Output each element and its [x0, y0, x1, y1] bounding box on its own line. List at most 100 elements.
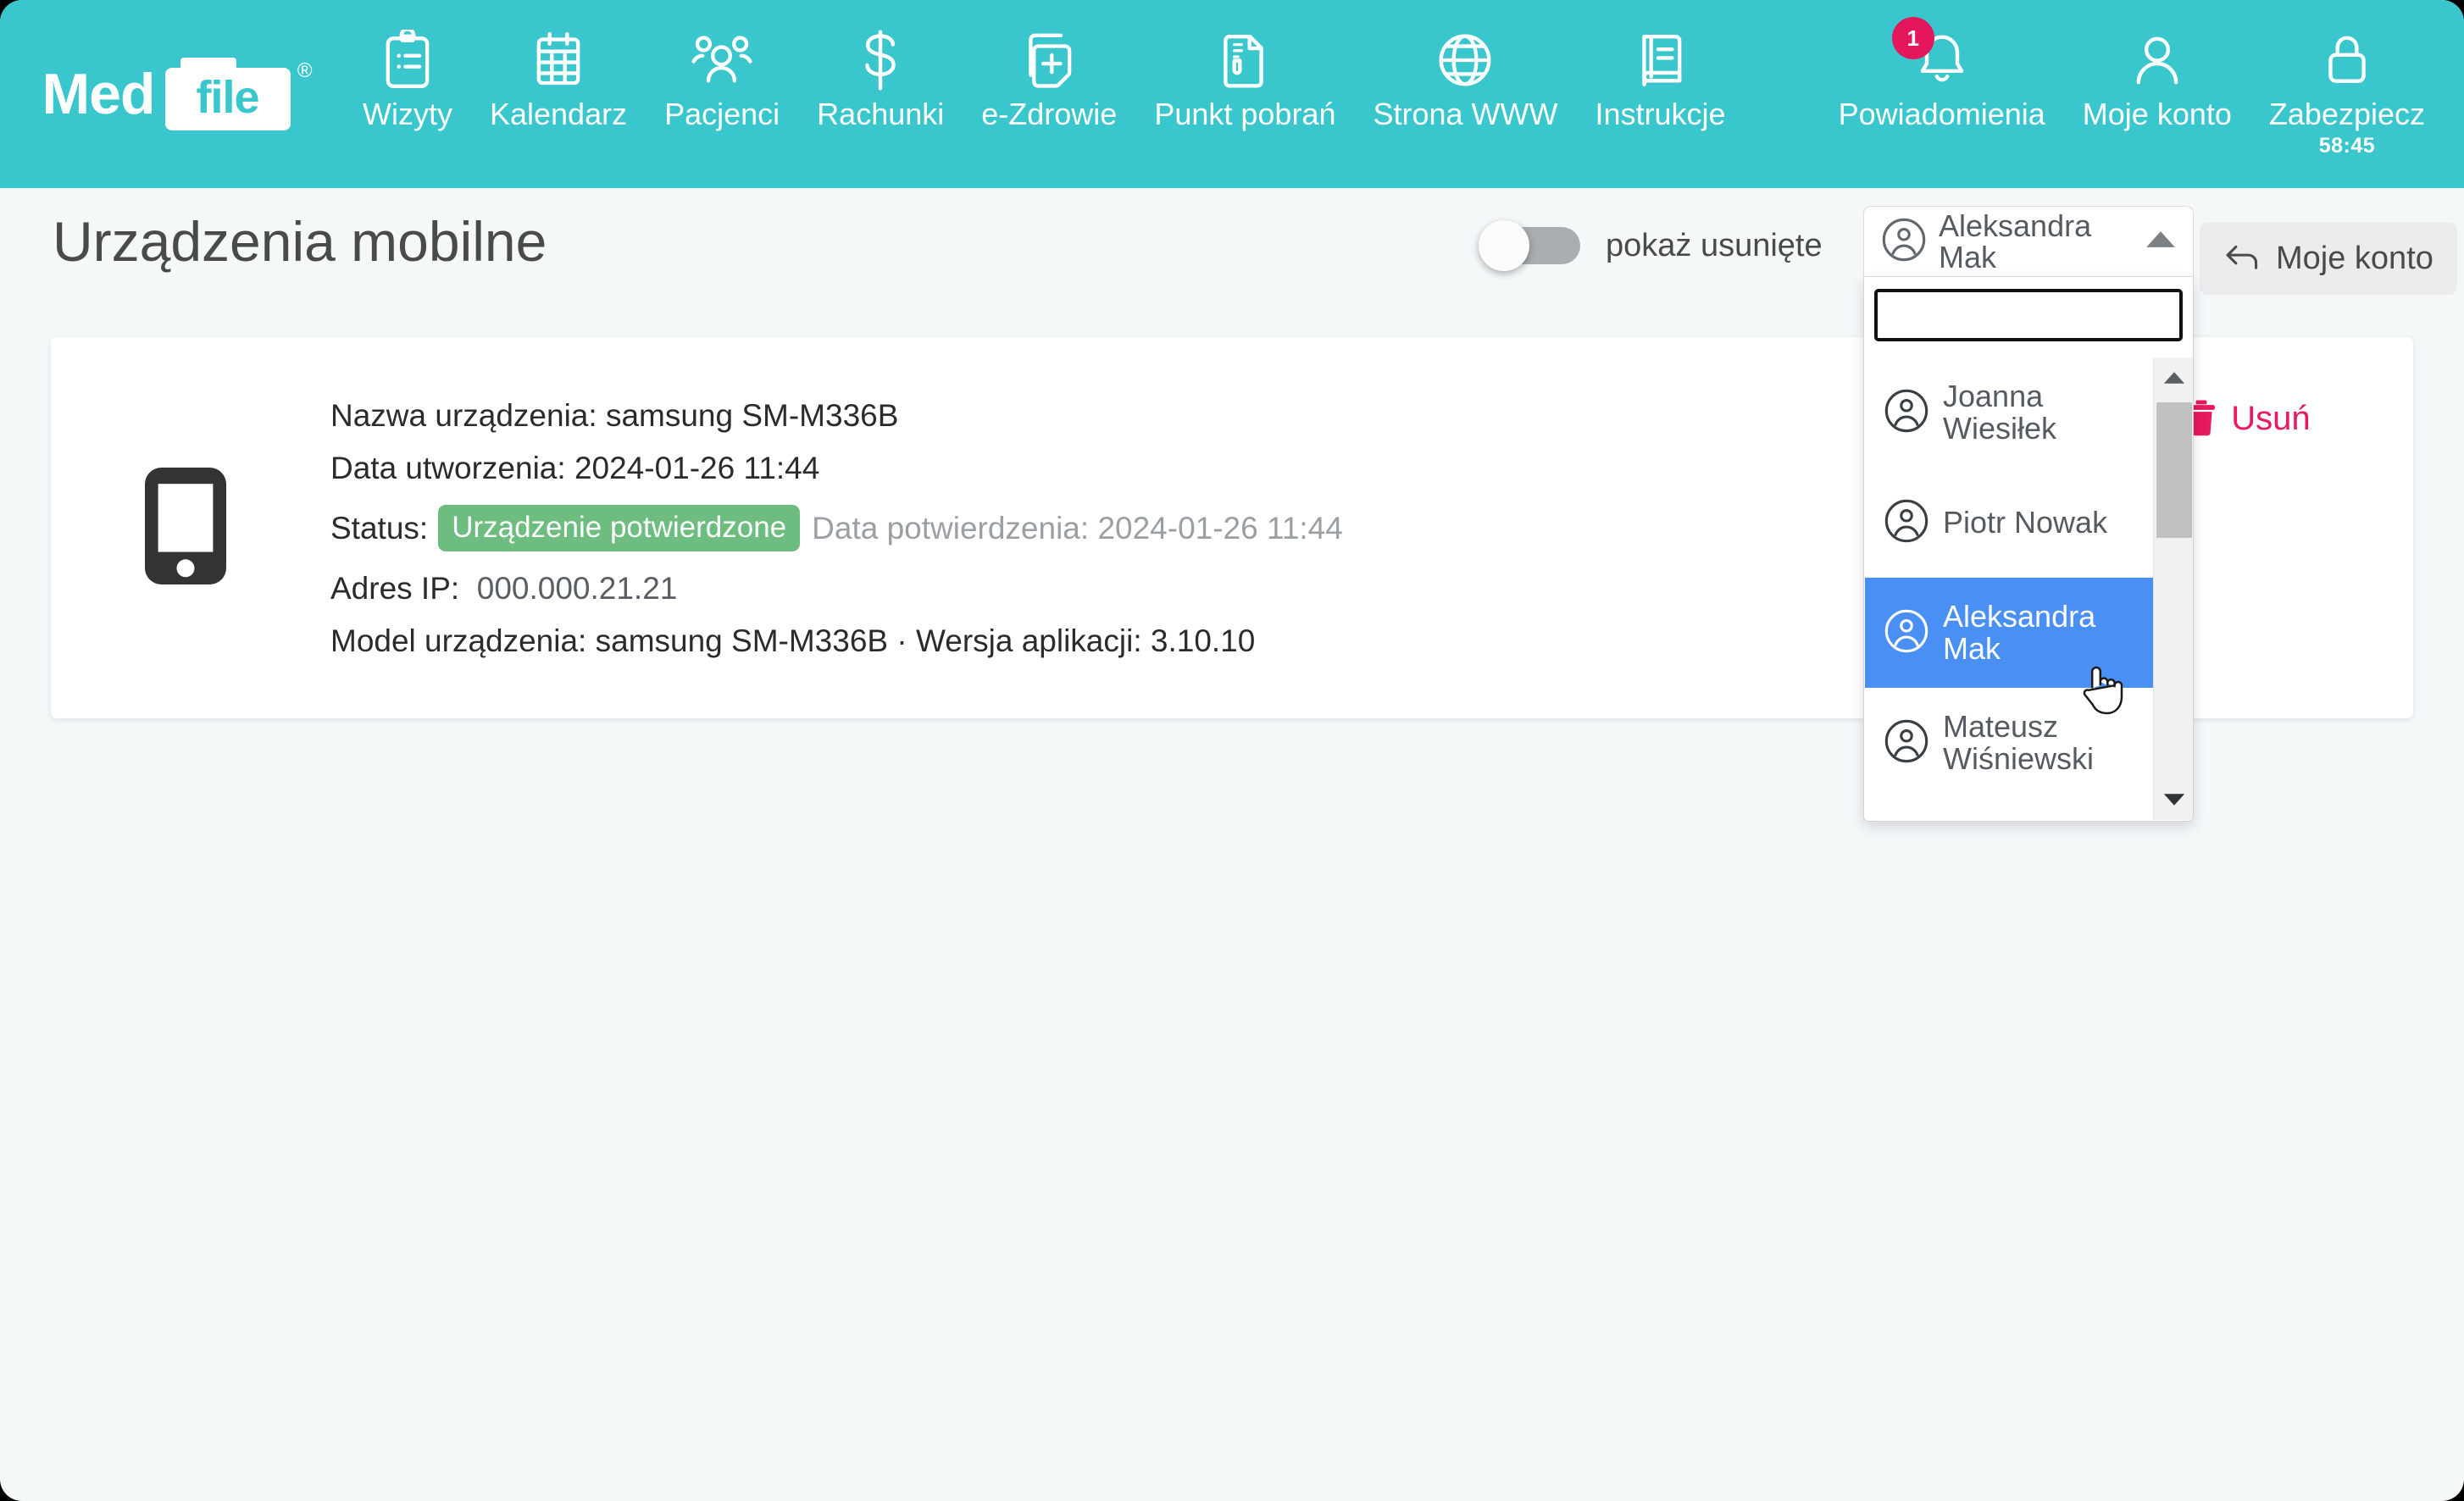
delete-device-label: Usuń — [2231, 400, 2311, 437]
device-model-line: Model urządzenia: samsung SM-M336B · Wer… — [330, 625, 2083, 656]
nav-item-label: e-Zdrowie — [981, 97, 1118, 131]
nav-item-pacjenci[interactable]: Pacjenci — [646, 0, 798, 188]
doctor-option-label: Joanna Wiesiłek — [1943, 379, 2057, 446]
book-icon — [1636, 29, 1685, 91]
logo-registered-mark: ® — [297, 59, 313, 82]
doctor-select-value: Aleksandra Mak — [1939, 208, 2092, 274]
logo-text-file: file — [196, 72, 259, 123]
nav-item-label: Strona WWW — [1373, 97, 1558, 131]
device-confirmed-value: 2024-01-26 11:44 — [1097, 510, 1343, 546]
doctor-dropdown-panel: Joanna Wiesiłek Piotr Nowak Aleksandra M… — [1863, 277, 2194, 822]
dollar-sign-icon — [858, 29, 902, 91]
caret-up-icon — [2145, 230, 2176, 253]
device-status-label: Status: — [330, 510, 429, 546]
document-test-tube-icon — [1220, 29, 1269, 91]
application-window: Med file ® Wizyty Kalendarz Pacjenci Rac… — [0, 0, 2464, 1501]
nav-item-zabezpiecz[interactable]: Zabezpiecz 58:45 — [2250, 0, 2464, 188]
scroll-up-arrow-icon[interactable] — [2154, 357, 2193, 398]
back-to-account-label: Moje konto — [2276, 240, 2433, 276]
logo-file-box: file — [164, 58, 291, 130]
nav-item-label: Zabezpiecz — [2268, 97, 2425, 131]
nav-item-powiadomienia[interactable]: 1 Powiadomienia — [1820, 0, 2064, 188]
nav-item-punkt-pobran[interactable]: Punkt pobrań — [1135, 0, 1354, 188]
device-name-label: Nazwa urządzenia: — [330, 397, 597, 433]
doctor-option-label: Mateusz Wiśniewski — [1943, 709, 2095, 776]
nav-item-wizyty[interactable]: Wizyty — [344, 0, 471, 188]
doctor-option-label: Piotr Nowak — [1943, 505, 2108, 540]
globe-icon — [1436, 29, 1494, 91]
logo-text-med: Med — [42, 62, 156, 126]
doctor-option-list: Joanna Wiesiłek Piotr Nowak Aleksandra M… — [1865, 357, 2193, 820]
device-status-line: Status: Urządzenie potwierdzone Data pot… — [330, 504, 2083, 551]
scroll-down-arrow-icon[interactable] — [2154, 779, 2193, 820]
medical-card-plus-icon — [1021, 29, 1077, 91]
nav-item-label: Moje konto — [2082, 97, 2232, 131]
nav-item-moje-konto[interactable]: Moje konto — [2064, 0, 2250, 188]
nav-item-label: Powiadomienia — [1838, 97, 2045, 131]
nav-item-label: Punkt pobrań — [1154, 97, 1336, 131]
show-deleted-label: pokaż usunięte — [1606, 227, 1823, 263]
top-navigation-bar: Med file ® Wizyty Kalendarz Pacjenci Rac… — [0, 0, 2464, 188]
notification-badge: 1 — [1891, 17, 1934, 59]
device-created-label: Data utworzenia: — [330, 450, 566, 485]
device-ip-label: Adres IP: — [330, 570, 460, 606]
doctor-option-label: Aleksandra Mak — [1943, 599, 2096, 666]
nav-item-strona-www[interactable]: Strona WWW — [1354, 0, 1576, 188]
device-name-line: Nazwa urządzenia: samsung SM-M336B — [330, 400, 2083, 431]
status-badge: Urządzenie potwierdzone — [438, 504, 801, 551]
device-created-value: 2024-01-26 11:44 — [574, 450, 820, 485]
avatar-icon — [1881, 217, 1927, 267]
device-info-block: Nazwa urządzenia: samsung SM-M336B Data … — [320, 400, 2083, 656]
doctor-option-mateusz-wisniewski[interactable]: Mateusz Wiśniewski — [1865, 688, 2153, 798]
delete-device-button[interactable]: Usuń — [2185, 398, 2311, 440]
nav-item-label: Pacjenci — [664, 97, 780, 131]
toggle-knob — [1479, 220, 1529, 271]
doctor-search-input[interactable] — [1874, 289, 2183, 341]
dropdown-scrollbar[interactable] — [2153, 357, 2193, 820]
people-group-icon — [691, 29, 752, 91]
doctor-option-aleksandra-mak[interactable]: Aleksandra Mak — [1865, 578, 2153, 688]
device-appversion-value: 3.10.10 — [1150, 623, 1256, 658]
doctor-search-row — [1864, 277, 2193, 350]
nav-item-rachunki[interactable]: Rachunki — [798, 0, 963, 188]
device-model-separator: · — [896, 623, 907, 658]
back-to-account-button[interactable]: Moje konto — [2200, 222, 2457, 295]
device-ip-line: Adres IP: 000.000.21.21 — [330, 573, 2083, 604]
show-deleted-toggle[interactable] — [1479, 220, 1580, 271]
device-appversion-label: Wersja aplikacji: — [915, 623, 1142, 658]
person-icon — [2131, 29, 2184, 91]
back-arrow-icon — [2223, 242, 2261, 275]
avatar-icon — [1884, 608, 1929, 658]
nav-item-kalendarz[interactable]: Kalendarz — [471, 0, 646, 188]
security-timer: 58:45 — [2318, 133, 2376, 158]
nav-item-label: Instrukcje — [1595, 97, 1726, 131]
doctor-select-wrapper: Aleksandra Mak — [1863, 206, 2194, 277]
clipboard-checklist-icon — [381, 29, 434, 91]
nav-item-list: Wizyty Kalendarz Pacjenci Rachunki e-Zdr… — [332, 0, 2464, 188]
calendar-icon — [532, 29, 585, 91]
device-icon-cell — [51, 462, 320, 594]
doctor-option-piotr-nowak[interactable]: Piotr Nowak — [1865, 468, 2153, 578]
nav-item-e-zdrowie[interactable]: e-Zdrowie — [963, 0, 1135, 188]
bell-icon: 1 — [1891, 17, 1968, 91]
device-model-value: samsung SM-M336B — [595, 623, 889, 658]
device-model-label: Model urządzenia: — [330, 623, 587, 658]
nav-item-label: Kalendarz — [489, 97, 628, 131]
nav-item-instrukcje[interactable]: Instrukcje — [1577, 0, 1745, 188]
avatar-icon — [1884, 388, 1929, 438]
device-confirmed-label: Data potwierdzenia: — [812, 510, 1090, 546]
doctor-select-button[interactable]: Aleksandra Mak — [1863, 206, 2194, 277]
avatar-icon — [1884, 498, 1929, 548]
doctor-option-joanna-wiesilek[interactable]: Joanna Wiesiłek — [1865, 357, 2153, 468]
lock-icon — [2322, 29, 2372, 91]
doctor-option-scroller[interactable]: Joanna Wiesiłek Piotr Nowak Aleksandra M… — [1865, 357, 2153, 820]
device-name-value: samsung SM-M336B — [605, 397, 899, 433]
avatar-icon — [1884, 718, 1929, 768]
smartphone-icon — [140, 462, 231, 594]
nav-item-label: Rachunki — [817, 97, 945, 131]
nav-item-label: Wizyty — [363, 97, 452, 131]
page-title: Urządzenia mobilne — [53, 210, 547, 273]
medfile-logo[interactable]: Med file ® — [0, 0, 332, 188]
scrollbar-thumb[interactable] — [2156, 402, 2192, 538]
device-created-line: Data utworzenia: 2024-01-26 11:44 — [330, 452, 2083, 484]
